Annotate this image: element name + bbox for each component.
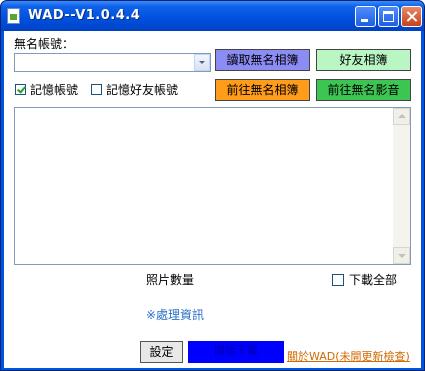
settings-button[interactable]: 設定 — [140, 341, 183, 363]
download-all-label: 下載全部 — [349, 273, 398, 287]
start-download-button[interactable]: 開始下載 — [188, 341, 284, 363]
window-title: WAD--V1.0.4.4 — [28, 8, 141, 23]
client-area: 無名帳號： 讀取無名相簿 好友相簿 記憶帳號 記憶好友帳號 前往無名相簿 前往無… — [4, 31, 421, 368]
vertical-scrollbar[interactable] — [393, 108, 410, 264]
app-icon — [7, 8, 20, 24]
combo-dropdown-icon[interactable] — [194, 54, 210, 71]
account-combobox[interactable] — [14, 53, 211, 72]
friends-album-button[interactable]: 好友相簿 — [316, 49, 411, 71]
account-label: 無名帳號： — [14, 37, 75, 51]
remember-account-checkbox[interactable] — [15, 84, 26, 95]
app-window: WAD--V1.0.4.4 無名帳號： 讀取無名相簿 好友相簿 記憶帳號 記憶好… — [0, 0, 425, 371]
minimize-button[interactable] — [355, 6, 376, 27]
photo-count-label: 照片數量 — [146, 273, 195, 287]
close-button[interactable] — [401, 6, 422, 27]
goto-album-button[interactable]: 前往無名相簿 — [215, 79, 310, 101]
maximize-button[interactable] — [378, 6, 399, 27]
scroll-up-icon[interactable] — [393, 108, 410, 125]
process-info-link[interactable]: ※處理資訊 — [146, 306, 204, 323]
remember-account-label: 記憶帳號 — [30, 83, 79, 97]
remember-friend-checkbox[interactable] — [91, 84, 102, 95]
goto-video-button[interactable]: 前往無名影音 — [316, 79, 411, 101]
scroll-down-icon[interactable] — [393, 247, 410, 264]
download-all-checkbox[interactable] — [332, 274, 344, 286]
read-album-button[interactable]: 讀取無名相簿 — [215, 49, 310, 71]
remember-friend-label: 記憶好友帳號 — [106, 83, 179, 97]
album-list[interactable] — [14, 107, 411, 265]
about-link[interactable]: 關於WAD(未開更新檢查) — [287, 348, 410, 364]
title-bar[interactable]: WAD--V1.0.4.4 — [1, 1, 424, 31]
